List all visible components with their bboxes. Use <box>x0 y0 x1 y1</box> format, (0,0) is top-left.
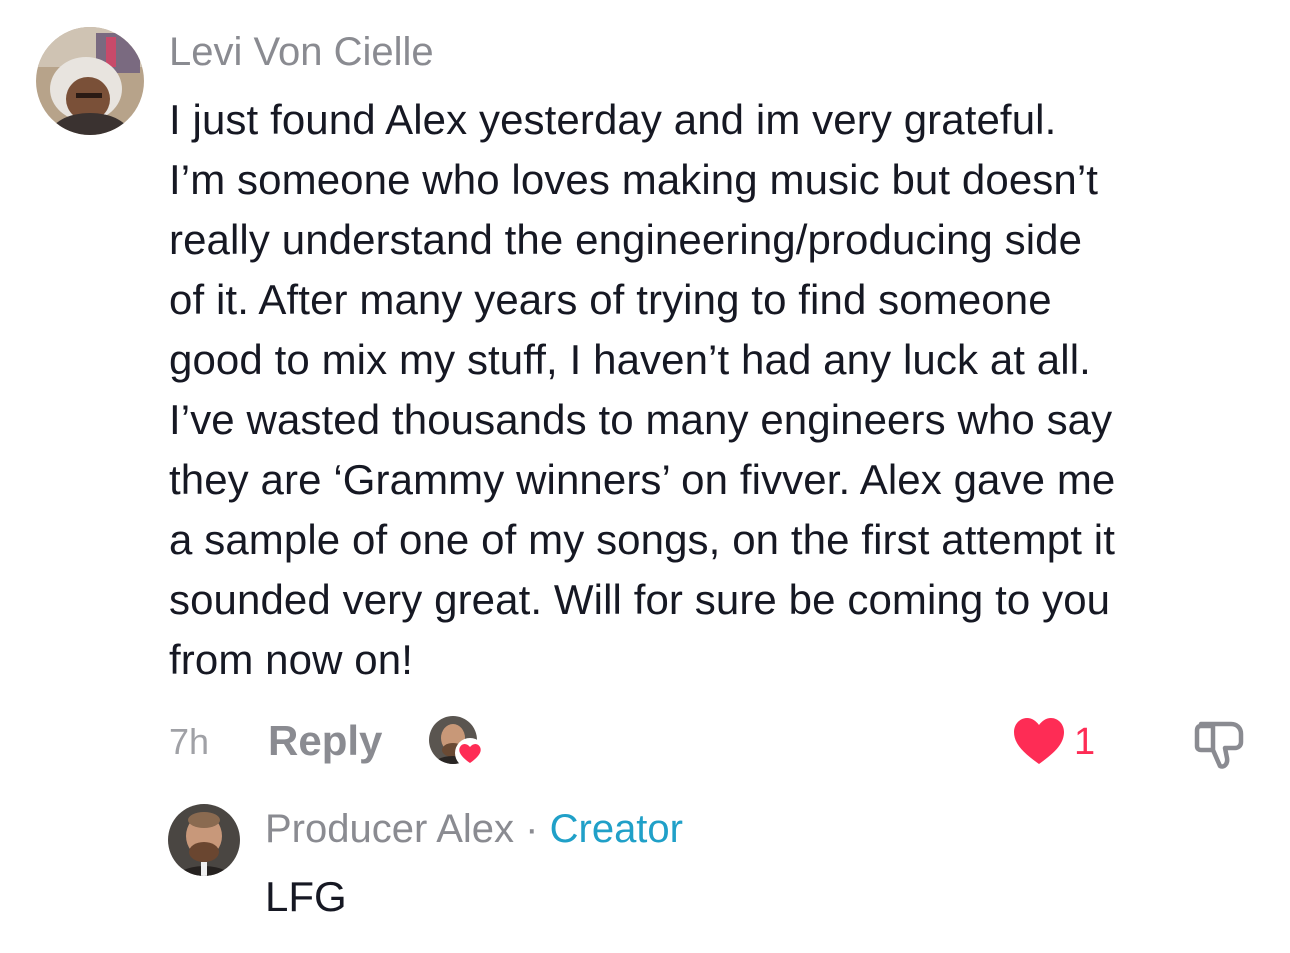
comment-line: I’ve wasted thousands to many engineers … <box>169 396 1113 443</box>
commenter-username[interactable]: Levi Von Cielle <box>169 28 434 76</box>
dislike-button[interactable] <box>1191 716 1247 772</box>
reply-header: Producer Alex · Creator <box>265 805 683 853</box>
reply-body: LFG <box>265 873 347 920</box>
comment-body: I just found Alex yesterday and im very … <box>169 90 1269 690</box>
creator-avatar-photo-icon <box>168 804 240 876</box>
comment-actions-row: 7h Reply 1 <box>169 712 1269 772</box>
reply-avatar[interactable] <box>168 804 240 876</box>
comment-line: sounded very great. Will for sure be com… <box>169 576 1111 623</box>
comment-timestamp: 7h <box>169 721 210 762</box>
comment-line: I just found Alex yesterday and im very … <box>169 96 1057 143</box>
comment-line: they are ‘Grammy winners’ on fivver. Ale… <box>169 456 1116 503</box>
comment-line: I’m someone who loves making music but d… <box>169 156 1099 203</box>
like-count: 1 <box>1074 721 1096 763</box>
reply-username[interactable]: Producer Alex <box>265 807 514 851</box>
creator-badge: Creator <box>549 807 683 851</box>
reply-button[interactable]: Reply <box>268 716 382 766</box>
comment-line: from now on! <box>169 636 413 683</box>
separator-dot: · <box>525 807 539 851</box>
thumbs-down-icon <box>1194 721 1244 769</box>
comment-line: a sample of one of my songs, on the firs… <box>169 516 1115 563</box>
like-button[interactable] <box>1012 716 1066 768</box>
comment-line: really understand the engineering/produc… <box>169 216 1083 263</box>
heart-icon <box>459 744 481 763</box>
comment-line: good to mix my stuff, I haven’t had any … <box>169 336 1091 383</box>
commenter-avatar[interactable] <box>36 27 144 135</box>
heart-filled-icon <box>1014 718 1064 764</box>
user-avatar-photo-icon <box>36 27 144 135</box>
comment-line: of it. After many years of trying to fin… <box>169 276 1052 323</box>
mini-heart-badge <box>455 738 485 768</box>
creator-liked-indicator <box>429 716 485 772</box>
